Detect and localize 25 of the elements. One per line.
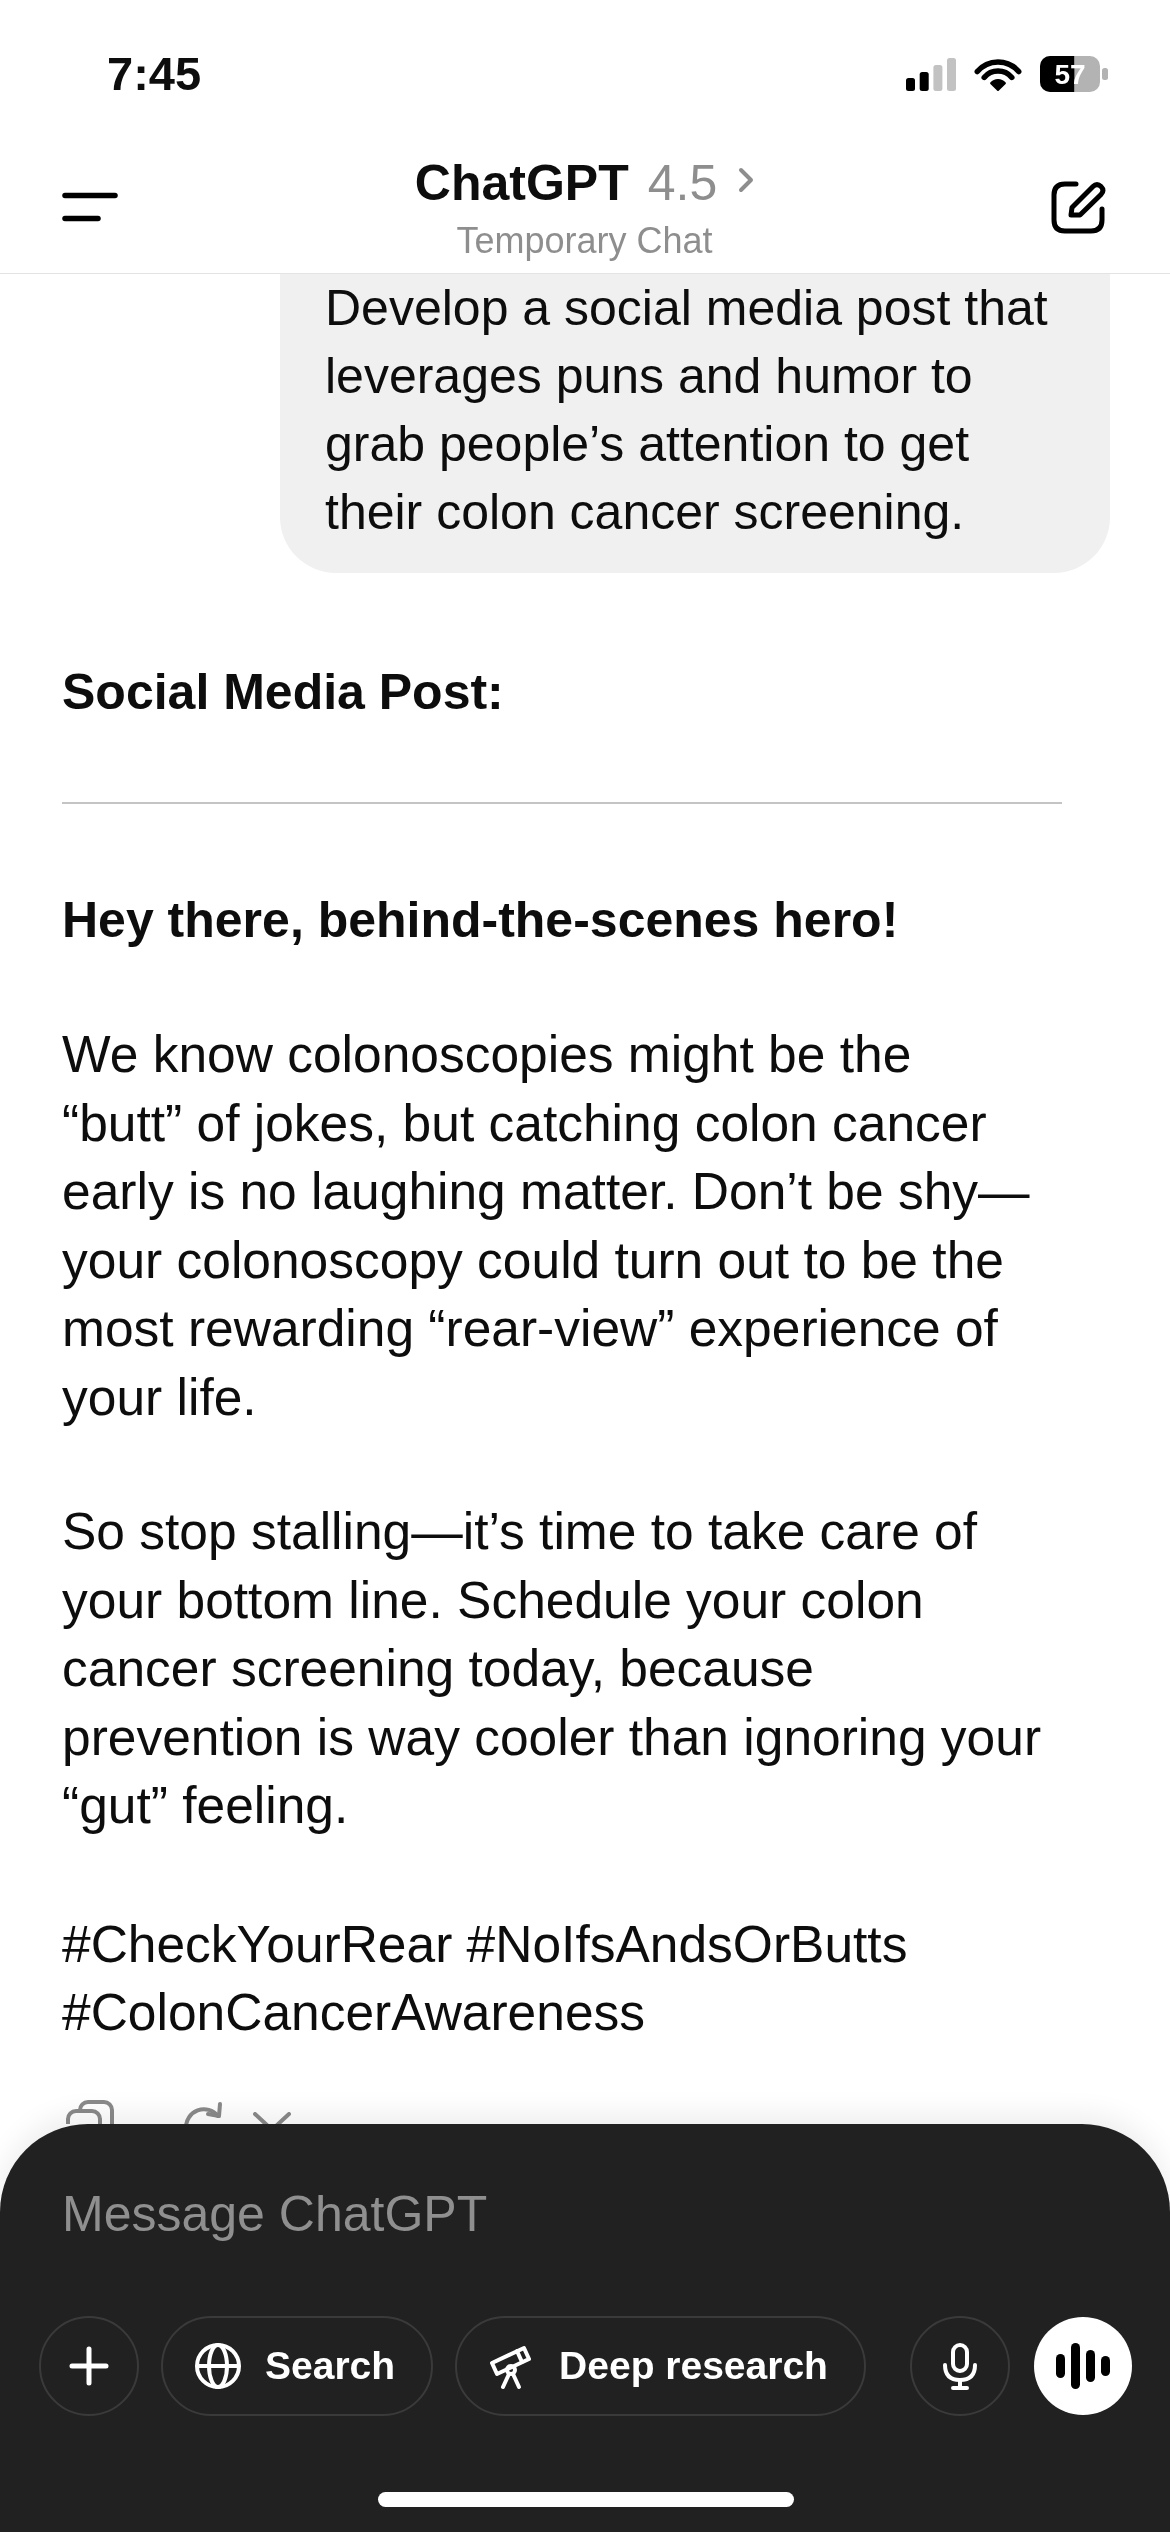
- section-heading: Hey there, behind-the-scenes hero!: [62, 891, 900, 950]
- message-paragraph: So stop stalling—it’s time to take care of your bottom line. Schedule your colon cancer screening today, because prevention is way cooler than ignoring your “gut” feeling.: [62, 1501, 1043, 1836]
- plus-icon: [69, 2346, 109, 2386]
- search-button[interactable]: Search: [161, 2316, 434, 2416]
- status-time: 7:45: [107, 50, 202, 98]
- menu-icon[interactable]: [62, 191, 118, 222]
- add-button[interactable]: [39, 2316, 139, 2416]
- model-selector[interactable]: ChatGPT 4.5: [414, 154, 755, 212]
- wifi-icon: [973, 57, 1023, 91]
- cross-icon[interactable]: [252, 2112, 292, 2124]
- deep-research-button[interactable]: Deep research: [455, 2316, 866, 2416]
- globe-icon: [194, 2342, 242, 2390]
- section-heading: Social Media Post:: [62, 663, 505, 722]
- user-message: Develop a social media post that leverages puns and humor to grab people’s attention to get their colon cancer screening.: [280, 274, 1110, 573]
- microphone-button[interactable]: [910, 2316, 1010, 2416]
- chat-mode-label: Temporary Chat: [456, 220, 713, 262]
- chevron-icon: [738, 167, 755, 193]
- message-input[interactable]: Message ChatGPT: [39, 2179, 1132, 2249]
- copy-icon[interactable]: [66, 2100, 114, 2124]
- hashtags-text: #CheckYourRear #NoIfsAndsOrButts #ColonCancerAwareness: [62, 1913, 909, 2043]
- edit-icon[interactable]: [1051, 179, 1107, 234]
- microphone-icon: [942, 2342, 978, 2390]
- message-paragraph: We know colonoscopies might be the “butt” of jokes, but catching colon cancer early is no laughing matter. Don’t be shy—your colonoscopy could turn out to be the most rewarding “rear-view” experience of your life.: [62, 1024, 1031, 1428]
- signal-icon: [906, 57, 956, 91]
- waveform-icon: [1056, 2343, 1110, 2389]
